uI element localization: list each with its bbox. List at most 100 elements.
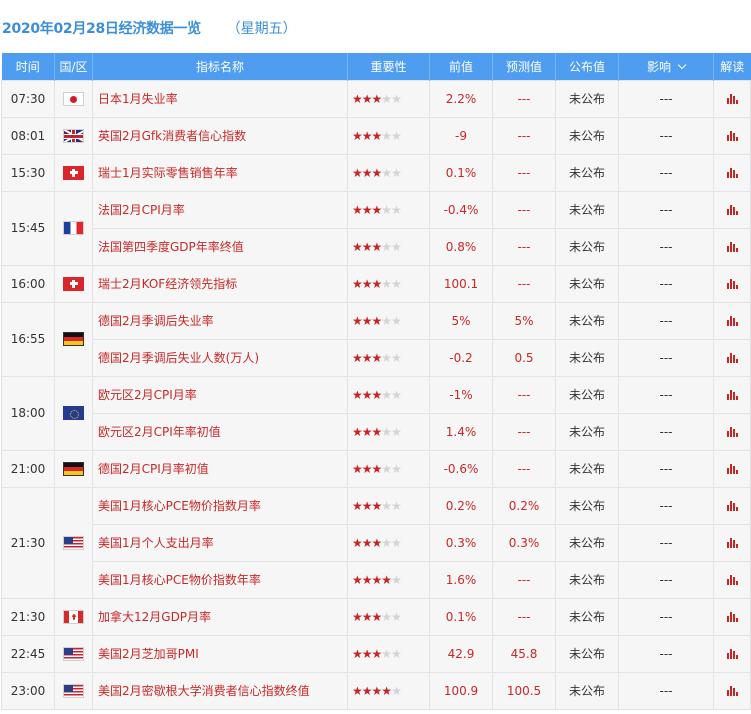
bar-chart-icon[interactable] — [726, 426, 738, 437]
analysis-cell[interactable] — [713, 79, 751, 118]
forecast-value: --- — [492, 190, 556, 229]
star-icon: ★ — [371, 683, 383, 698]
indicator-name-link[interactable]: 欧元区2月CPI年率初值 — [92, 412, 348, 451]
indicator-name-link[interactable]: 英国2月Gfk消费者信心指数 — [92, 116, 348, 155]
star-icon: ★ — [371, 165, 383, 180]
star-icon: ★ — [381, 683, 392, 698]
indicator-name-link[interactable]: 法国2月CPI月率 — [92, 190, 348, 229]
indicator-name-link[interactable]: 法国第四季度GDP年率终值 — [92, 227, 348, 266]
analysis-cell[interactable] — [713, 523, 751, 562]
previous-value: -0.4% — [429, 190, 493, 229]
star-icon: ★ — [391, 202, 402, 217]
bar-chart-icon[interactable] — [726, 241, 738, 252]
analysis-cell[interactable] — [713, 153, 751, 192]
actual-value: 未公布 — [555, 560, 619, 599]
analysis-cell[interactable] — [713, 116, 751, 155]
analysis-cell[interactable] — [713, 634, 751, 673]
analysis-cell[interactable] — [713, 560, 751, 599]
analysis-cell[interactable] — [713, 449, 751, 488]
analysis-cell[interactable] — [713, 264, 751, 303]
indicator-name-link[interactable]: 德国2月季调后失业率 — [92, 301, 348, 340]
forecast-value: --- — [492, 597, 556, 636]
indicator-name-link[interactable]: 美国1月核心PCE物价指数年率 — [92, 560, 348, 599]
impact-filter-dropdown[interactable]: 影响 — [618, 53, 714, 80]
indicator-name-link[interactable]: 加拿大12月GDP月率 — [92, 597, 348, 636]
star-icon: ★ — [381, 535, 392, 550]
bar-chart-icon[interactable] — [726, 463, 738, 474]
analysis-cell[interactable] — [713, 486, 751, 525]
indicator-name-link[interactable]: 美国2月密歇根大学消费者信心指数终值 — [92, 671, 348, 710]
bar-chart-icon[interactable] — [726, 389, 738, 400]
star-icon: ★ — [391, 313, 402, 328]
actual-value: 未公布 — [555, 301, 619, 340]
star-icon: ★ — [371, 424, 383, 439]
table-row: 15:45 法国2月CPI月率 ★★★★★ -0.4% --- 未公布 --- — [1, 190, 751, 266]
indicator-name-link[interactable]: 瑞士2月KOF经济领先指标 — [92, 264, 348, 303]
previous-value: 0.1% — [429, 153, 493, 192]
star-icon: ★ — [391, 165, 402, 180]
bar-chart-icon[interactable] — [726, 167, 738, 178]
star-icon: ★ — [361, 239, 373, 254]
importance-stars: ★★★★★ — [352, 91, 402, 106]
bar-chart-icon[interactable] — [726, 93, 738, 104]
previous-value: 2.2% — [429, 79, 493, 118]
star-icon: ★ — [391, 683, 402, 698]
analysis-cell[interactable] — [713, 597, 751, 636]
bar-chart-icon[interactable] — [726, 315, 738, 326]
region-cell — [54, 153, 93, 192]
star-icon: ★ — [361, 498, 373, 513]
impact-value: --- — [618, 597, 714, 636]
importance-cell: ★★★★★ — [347, 634, 430, 673]
previous-value: -0.2 — [429, 338, 493, 377]
impact-value: --- — [618, 301, 714, 340]
indicator-name-link[interactable]: 日本1月失业率 — [92, 79, 348, 118]
analysis-cell[interactable] — [713, 412, 751, 451]
time-cell: 08:01 — [1, 116, 55, 155]
actual-value: 未公布 — [555, 486, 619, 525]
bar-chart-icon[interactable] — [726, 352, 738, 363]
bar-chart-icon[interactable] — [726, 574, 738, 585]
column-header-region: 国/区 — [54, 53, 93, 80]
importance-cell: ★★★★★ — [347, 79, 430, 118]
column-header-forecast: 预测值 — [492, 53, 556, 80]
indicator-name-link[interactable]: 欧元区2月CPI月率 — [92, 375, 348, 414]
star-icon: ★ — [391, 498, 402, 513]
indicator-name-link[interactable]: 美国2月芝加哥PMI — [92, 634, 348, 673]
bar-chart-icon[interactable] — [726, 648, 738, 659]
bar-chart-icon[interactable] — [726, 130, 738, 141]
importance-cell: ★★★★★ — [347, 190, 430, 229]
analysis-cell[interactable] — [713, 338, 751, 377]
bar-chart-icon[interactable] — [726, 278, 738, 289]
indicator-name-link[interactable]: 德国2月CPI月率初值 — [92, 449, 348, 488]
star-icon: ★ — [371, 387, 383, 402]
bar-chart-icon[interactable] — [726, 537, 738, 548]
impact-value: --- — [618, 227, 714, 266]
importance-stars: ★★★★★ — [352, 683, 402, 698]
table-row: 16:00 瑞士2月KOF经济领先指标 ★★★★★ 100.1 --- 未公布 --- — [1, 264, 751, 303]
previous-value: 100.1 — [429, 264, 493, 303]
indicator-name-link[interactable]: 瑞士1月实际零售销售年率 — [92, 153, 348, 192]
analysis-cell[interactable] — [713, 375, 751, 414]
analysis-cell[interactable] — [713, 671, 751, 710]
forecast-value: 45.8 — [492, 634, 556, 673]
importance-cell: ★★★★★ — [347, 116, 430, 155]
impact-value: --- — [618, 560, 714, 599]
bar-chart-icon[interactable] — [726, 685, 738, 696]
time-cell: 18:00 — [1, 375, 55, 451]
indicator-name-link[interactable]: 美国1月核心PCE物价指数月率 — [92, 486, 348, 525]
star-icon: ★ — [371, 91, 383, 106]
bar-chart-icon[interactable] — [726, 611, 738, 622]
analysis-cell[interactable] — [713, 190, 751, 229]
actual-value: 未公布 — [555, 116, 619, 155]
time-cell: 15:30 — [1, 153, 55, 192]
bar-chart-icon[interactable] — [726, 204, 738, 215]
forecast-value: --- — [492, 412, 556, 451]
indicator-name-link[interactable]: 德国2月季调后失业人数(万人) — [92, 338, 348, 377]
indicator-name-link[interactable]: 美国1月个人支出月率 — [92, 523, 348, 562]
star-icon: ★ — [352, 276, 363, 291]
bar-chart-icon[interactable] — [726, 500, 738, 511]
analysis-cell[interactable] — [713, 227, 751, 266]
analysis-cell[interactable] — [713, 301, 751, 340]
star-icon: ★ — [371, 276, 383, 291]
importance-cell: ★★★★★ — [347, 227, 430, 266]
